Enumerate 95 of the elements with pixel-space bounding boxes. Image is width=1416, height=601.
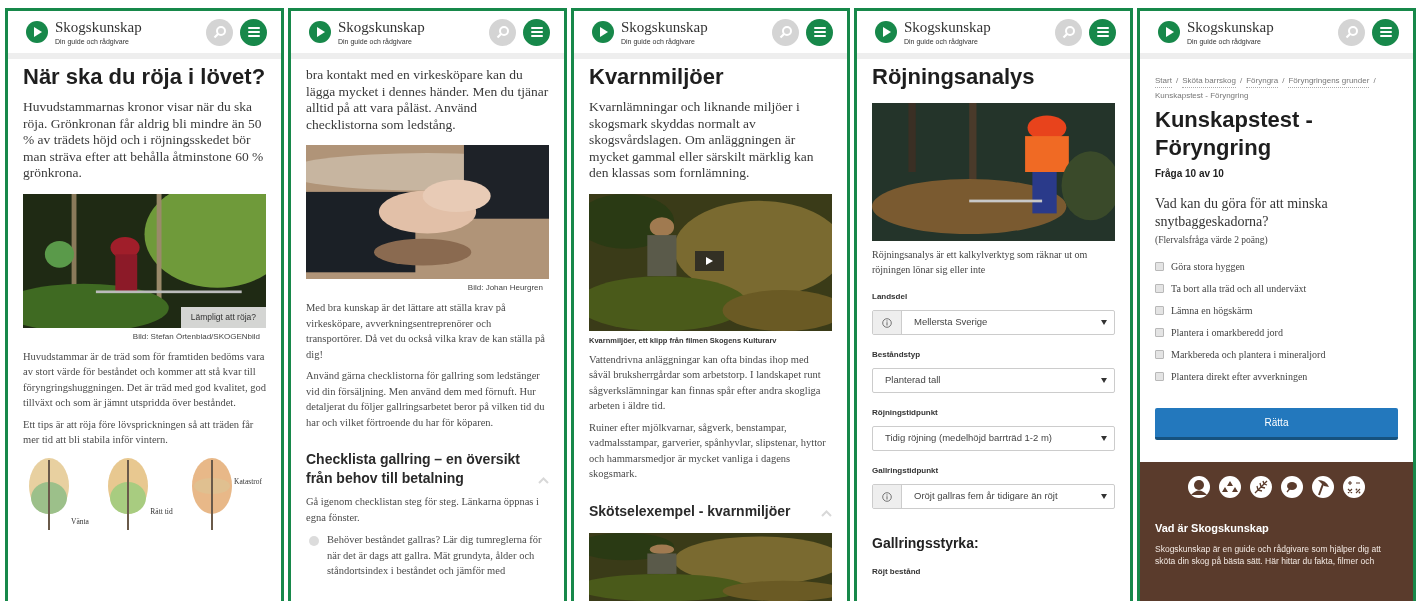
site-name[interactable]: Skogskunskap	[55, 19, 142, 35]
section-heading[interactable]: Checklista gallring – en översikt från behov till betalning	[306, 450, 530, 488]
checkbox[interactable]	[1155, 306, 1164, 316]
option-label[interactable]: Markbereda och plantera i mineraljord	[1171, 347, 1326, 363]
section-heading[interactable]: Skötselexempel - kvarnmiljöer	[589, 501, 791, 521]
search-icon	[778, 25, 793, 39]
question-counter: Fråga 10 av 10	[1155, 167, 1225, 181]
site-name[interactable]: Skogskunskap	[1187, 19, 1274, 35]
info-icon[interactable]	[882, 317, 892, 328]
breadcrumb-link[interactable]: Start	[1155, 75, 1172, 88]
body-paragraph: Vattendrivna anläggningar kan ofta bindas ihop med såväl bruksherrgårdar som arbetstorp. I landskapet runt sågverkslämningar kan finnas spår efter andra skogliga arbeten i äldre tid.	[589, 352, 822, 414]
option-label[interactable]: Plantera direkt efter avverkningen	[1171, 369, 1308, 385]
site-name[interactable]: Skogskunskap	[904, 19, 991, 35]
option-label[interactable]: Ta bort alla träd och all underväxt	[1171, 281, 1307, 297]
body-paragraph: Huvudstammar är de träd som för framtiden bedöms vara av stort värde för beståndet och kommer att stå kvar till föryngringshuggningen. Det är träd med god kvalitet, god tillväxt och som är jämnt utspridda över beståndet.	[23, 349, 266, 410]
question-note: (Flervalsfråga värde 2 poäng)	[1155, 234, 1269, 247]
field-label: Röjningstidpunkt	[872, 407, 939, 419]
select-field[interactable]: Tidig röjning (medelhöjd barrträd 1-2 m)	[872, 426, 1115, 451]
option-label[interactable]: Plantera i omarkberedd jord	[1171, 325, 1283, 341]
breadcrumb-link[interactable]: Sköta barrskog	[1182, 75, 1236, 88]
checkbox[interactable]	[1155, 372, 1164, 382]
option-label[interactable]: Göra stora hyggen	[1171, 259, 1245, 275]
image-description: Röjningsanalys är ett kalkylverktyg som räknar ut om röjningen lönar sig eller inte	[872, 248, 1089, 277]
field-label: Gallringstidpunkt	[872, 465, 940, 477]
option-label[interactable]: Lämna en högskärm	[1171, 303, 1253, 319]
logo-icon[interactable]	[592, 21, 614, 43]
checkbox[interactable]	[1155, 328, 1164, 338]
breadcrumb-link[interactable]: Kunskapstest - Föryngring	[1155, 90, 1249, 102]
logo-icon[interactable]	[309, 21, 331, 43]
caret-icon	[1101, 436, 1107, 441]
footer-text: Skogskunskap är en guide och rådgivare som hjälper dig att sköta din skog på bästa sätt. Här hittar du fakta, filmer och	[1155, 542, 1382, 567]
body-paragraph: Ett tips är att röja före lövsprickningen så att träden får mer tid att bli stabila inför vintern.	[23, 417, 255, 447]
menu-icon	[1096, 27, 1109, 37]
caret-icon	[1101, 378, 1107, 383]
info-icon[interactable]	[882, 491, 892, 502]
menu-icon	[1379, 27, 1392, 37]
menu-icon	[530, 27, 543, 37]
select-field[interactable]: Planterad tall	[872, 368, 1115, 393]
site-name[interactable]: Skogskunskap	[621, 19, 708, 35]
page-title: Kunskapstest - Föryngring	[1155, 106, 1314, 162]
menu-button[interactable]	[523, 18, 550, 46]
checkbox[interactable]	[1155, 284, 1164, 294]
breadcrumb-separator: /	[1282, 75, 1285, 87]
body-paragraph: Med bra kunskap är det lättare att ställa krav på virkesköpare, avverkningsentreprenörer och transportörer. Då vet du också vilka krav de kan ställa på dig!	[306, 301, 546, 362]
menu-icon	[813, 27, 826, 37]
photo-credit: Bild: Stefan Örtenblad/SKOGENbild	[132, 330, 260, 343]
caret-icon	[1101, 320, 1107, 325]
select-field[interactable]: Mellersta Sverige	[872, 310, 1115, 335]
menu-button[interactable]	[806, 18, 833, 46]
search-icon	[1344, 25, 1359, 39]
footer-heading: Vad är Skogskunskap	[1155, 521, 1270, 537]
person-icon[interactable]	[1188, 476, 1210, 499]
checkbox[interactable]	[1155, 262, 1164, 272]
body-paragraph: Använd gärna checklistorna för gallring som ledstänger vid din försäljning. Men använd dem med förnuft. Hur detaljerat du följer gallringsarbetet beror på vilken tid du har och vilket förtroende du har för köparen.	[306, 369, 546, 430]
page-title: När ska du röja i lövet?	[23, 63, 266, 91]
select-field[interactable]: Oröjt gallras fem år tidigare än röjt	[872, 484, 1115, 509]
menu-button[interactable]	[240, 18, 267, 46]
logo-icon[interactable]	[875, 21, 897, 43]
checkbox[interactable]	[1155, 350, 1164, 360]
breadcrumb-separator: /	[1373, 75, 1376, 87]
page-title: Kvarnmiljöer	[589, 63, 725, 91]
breadcrumb-separator: /	[1239, 75, 1243, 87]
caret-icon	[1101, 494, 1107, 499]
play-button[interactable]	[695, 250, 724, 271]
menu-button[interactable]	[1372, 18, 1399, 46]
search-icon	[495, 25, 510, 39]
lead-paragraph: bra kontakt med en virkesköpare kan du lägga mycket i dennes händer. Men du tjänar alltid på att vara påläst. Använd checklistorna som ledstång.	[306, 67, 549, 133]
field-label: Landsdel	[872, 291, 909, 303]
triangles-icon[interactable]	[1219, 476, 1241, 499]
body-paragraph: Ruiner efter mjölkvarnar, sågverk, benstampar, vadmalsstampar, garverier, spånhyvlar, slipstenar, hyttor och hammarsmedjor är mycket vanliga i dagens skogsmark.	[589, 420, 827, 482]
submit-button[interactable]: Rätta	[1155, 408, 1398, 441]
checklist-step: Behöver beståndet gallras? Lär dig tumreglerna för när det är dags att gallra. Mät grundyta, ålder och ståndortsindex i beståndet och jämför med	[327, 532, 549, 579]
section-heading: Gallringsstyrka:	[872, 534, 980, 553]
field-label: Röjt bestånd	[872, 566, 922, 578]
fern-icon[interactable]	[1250, 476, 1272, 499]
field-label: Beståndstyp	[872, 349, 921, 361]
photo-credit: Bild: Johan Heurgren	[467, 282, 543, 294]
site-name[interactable]: Skogskunskap	[338, 19, 425, 35]
lead-paragraph: Kvarnlämningar och liknande miljöer i skogsmark skyddas normalt av skogsvårdslagen. Om anläggningen är mycket gammal eller särskilt märklig kan den klassas som fornlämning.	[589, 99, 815, 182]
breadcrumb-separator: /	[1175, 75, 1179, 87]
calculator-icon[interactable]	[1343, 476, 1365, 499]
menu-button[interactable]	[1089, 18, 1116, 46]
body-paragraph: Gå igenom checklistan steg för steg. Länkarna öppnas i egna fönster.	[306, 495, 540, 525]
search-icon	[1061, 25, 1076, 39]
logo-icon[interactable]	[1158, 21, 1180, 43]
lead-paragraph: Huvudstammarnas kronor visar när du ska röja. Grönkronan får aldrig bli mindre än 50 % av trädets höjd och i röjningsskedet bör man sträva efter att behålla åtminstone 60 % grönkrona.	[23, 99, 265, 182]
question-text: Vad kan du göra för att minska snytbaggeskadorna?	[1155, 195, 1329, 231]
breadcrumb-link[interactable]: Föryngra	[1246, 75, 1279, 88]
logo-icon[interactable]	[26, 21, 48, 43]
play-icon	[706, 256, 713, 265]
menu-icon	[247, 27, 260, 37]
page-title: Röjningsanalys	[872, 63, 1036, 91]
search-icon	[212, 25, 227, 39]
breadcrumb-link[interactable]: Föryngringens grunder	[1288, 75, 1370, 88]
axe-icon[interactable]	[1312, 476, 1334, 499]
